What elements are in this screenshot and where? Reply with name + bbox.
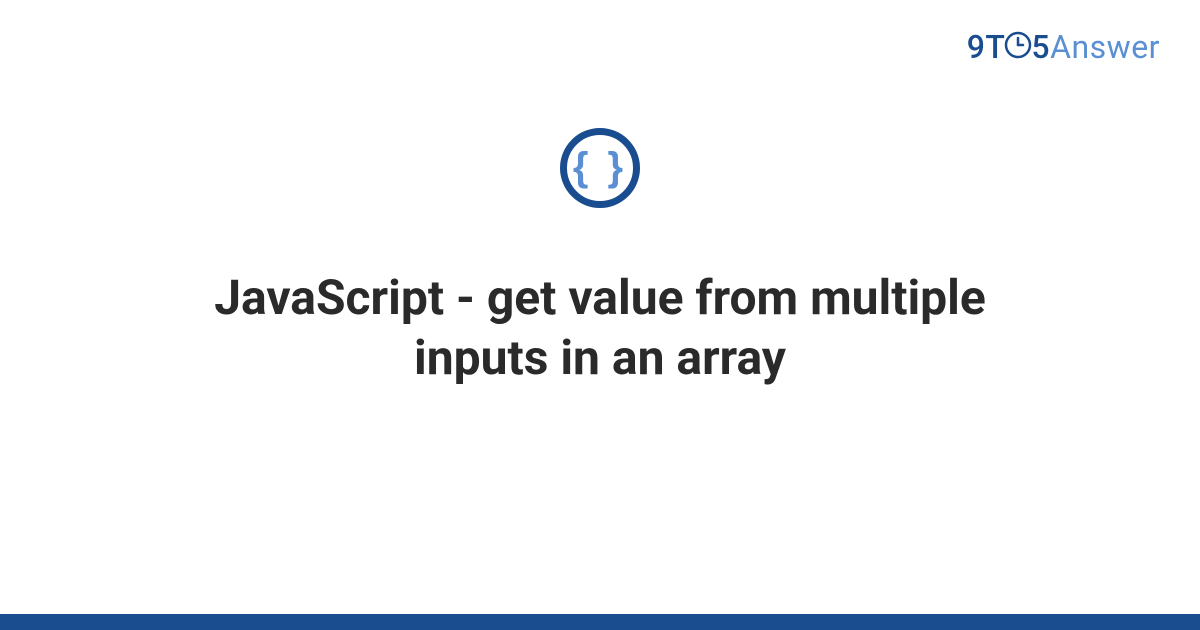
main-content: { } JavaScript - get value from multiple…	[0, 128, 1200, 388]
code-braces-icon: { }	[573, 147, 627, 187]
logo-text-9t: 9T	[967, 28, 1006, 66]
category-badge: { }	[560, 128, 640, 208]
page-title: JavaScript - get value from multiple inp…	[160, 268, 1040, 388]
site-logo[interactable]: 9T 5Answer	[967, 28, 1160, 69]
clock-icon	[1004, 29, 1032, 67]
footer-accent-bar	[0, 614, 1200, 630]
logo-text-answer: Answer	[1050, 28, 1160, 66]
logo-text-5: 5	[1031, 28, 1050, 66]
